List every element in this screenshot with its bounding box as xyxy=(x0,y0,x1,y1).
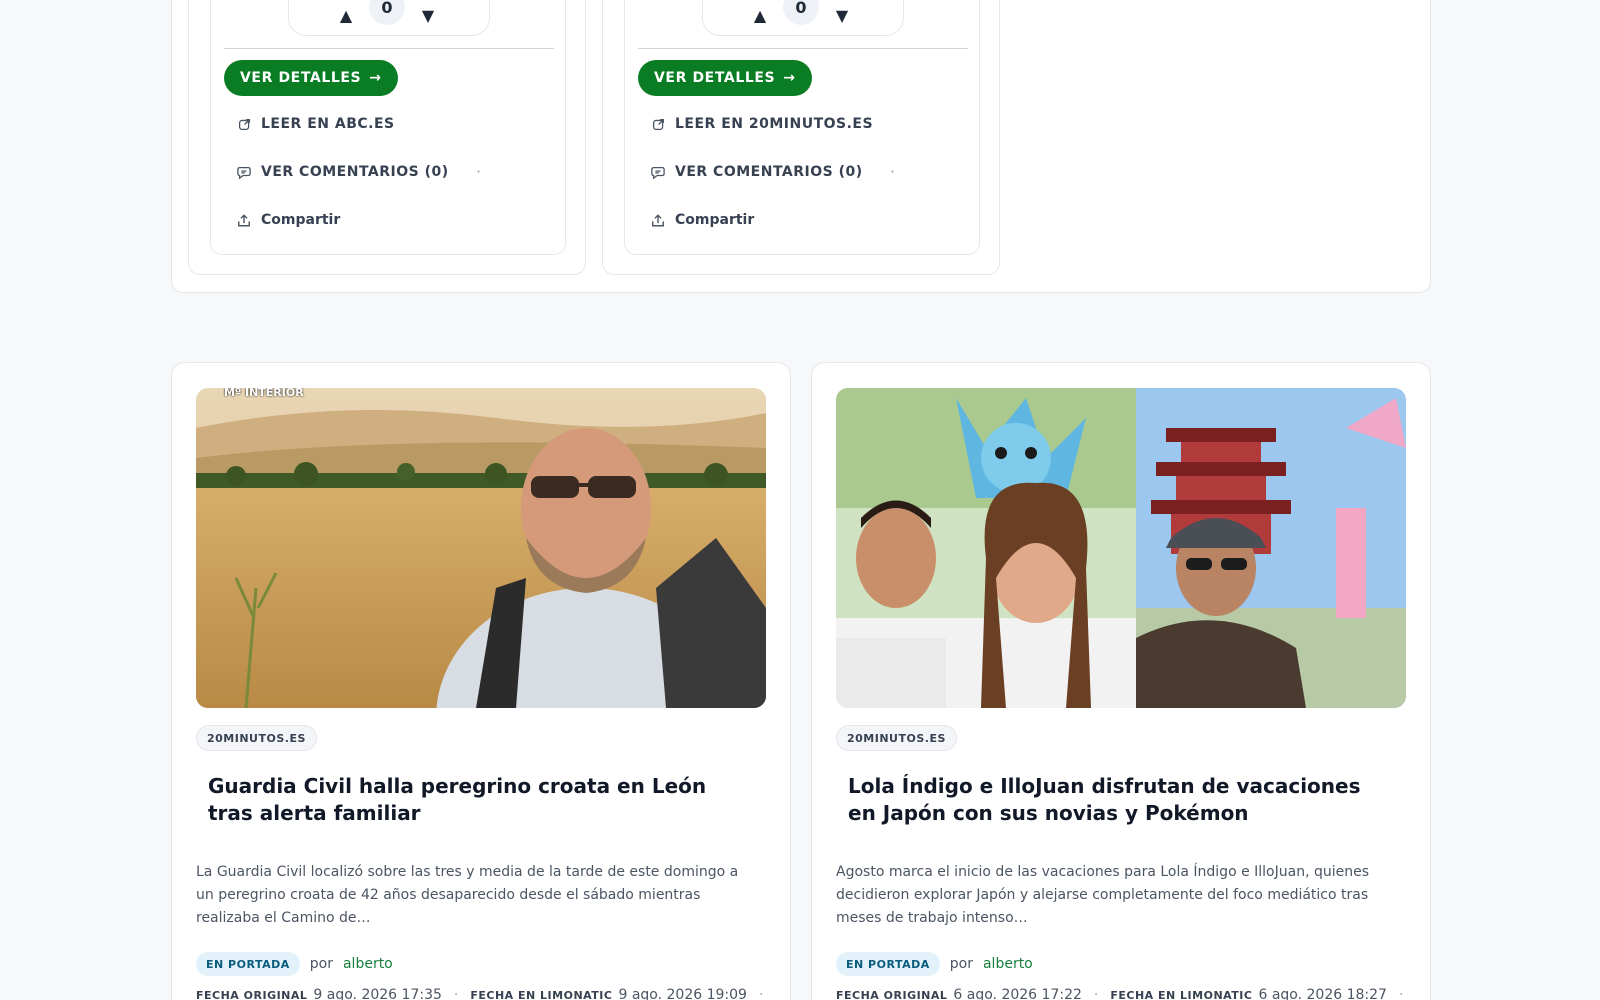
upvote-button[interactable]: ▲ xyxy=(337,6,355,25)
share-button[interactable]: Compartir xyxy=(237,212,340,228)
read-source-label: LEER EN 20MINUTOS.ES xyxy=(675,116,874,132)
limonatic-date: 9 ago. 2026 19:09 xyxy=(618,987,747,1000)
news-excerpt: Agosto marca el inicio de las vacaciones… xyxy=(836,864,1370,926)
upvote-button[interactable]: ▲ xyxy=(751,6,769,25)
downvote-button[interactable]: ▼ xyxy=(833,6,851,25)
share-icon xyxy=(651,213,665,227)
card-actions-panel: ▲ 0 ▼ VER DETALLES → LEER EN ABC.ES VER … xyxy=(210,0,566,255)
original-date: 6 ago. 2026 17:22 xyxy=(953,987,1082,1000)
news-title[interactable]: Lola Índigo e IlloJuan disfrutan de vaca… xyxy=(848,773,1388,827)
dates-row: FECHA ORIGINAL 9 ago. 2026 17:35 · FECHA… xyxy=(196,987,769,1000)
share-icon xyxy=(237,213,251,227)
separator-dot: · xyxy=(476,166,481,178)
separator-dot: · xyxy=(1398,987,1404,1000)
news-card: Mº INTERIOR 20MINUTOS.ES Guardia Civil h… xyxy=(171,362,791,1000)
view-comments-label: VER COMENTARIOS (0) xyxy=(261,164,449,180)
external-link-icon xyxy=(651,117,665,131)
view-details-label: VER DETALLES xyxy=(240,70,362,86)
original-date-label: FECHA ORIGINAL xyxy=(196,988,308,1000)
view-details-button[interactable]: VER DETALLES → xyxy=(224,60,398,96)
limonatic-date-label: FECHA EN LIMONATIC xyxy=(470,988,613,1000)
vote-count: 0 xyxy=(369,0,405,25)
share-label: Compartir xyxy=(261,212,341,228)
card-actions-panel: ▲ 0 ▼ VER DETALLES → LEER EN 20MINUTOS.E… xyxy=(624,0,980,255)
separator-dot: · xyxy=(890,166,895,178)
original-date: 9 ago. 2026 17:35 xyxy=(313,987,442,1000)
share-label: Compartir xyxy=(675,212,755,228)
news-card-top-2: ▲ 0 ▼ VER DETALLES → LEER EN 20MINUTOS.E… xyxy=(602,0,1000,275)
news-excerpt: La Guardia Civil localizó sobre las tres… xyxy=(196,864,739,926)
read-source-link[interactable]: LEER EN 20MINUTOS.ES xyxy=(651,116,873,132)
by-label: por xyxy=(949,956,973,972)
news-image[interactable]: Mº INTERIOR xyxy=(196,388,766,708)
image-watermark: Mº INTERIOR xyxy=(224,388,304,399)
separator-dot: · xyxy=(1093,987,1099,1000)
vote-count: 0 xyxy=(783,0,819,25)
separator-dot: · xyxy=(758,987,764,1000)
share-button[interactable]: Compartir xyxy=(651,212,754,228)
divider xyxy=(638,48,968,49)
arrow-right-icon: → xyxy=(783,70,796,86)
news-title[interactable]: Guardia Civil halla peregrino croata en … xyxy=(208,773,748,827)
view-details-label: VER DETALLES xyxy=(654,70,776,86)
view-comments-label: VER COMENTARIOS (0) xyxy=(675,164,863,180)
view-comments-link[interactable]: VER COMENTARIOS (0) · xyxy=(237,164,481,180)
comment-icon xyxy=(651,165,665,179)
news-card-top-1: ▲ 0 ▼ VER DETALLES → LEER EN ABC.ES VER … xyxy=(188,0,586,275)
source-badge[interactable]: 20MINUTOS.ES xyxy=(196,725,317,751)
portada-badge: EN PORTADA xyxy=(196,952,300,976)
limonatic-date-label: FECHA EN LIMONATIC xyxy=(1110,988,1253,1000)
read-source-link[interactable]: LEER EN ABC.ES xyxy=(237,116,395,132)
arrow-right-icon: → xyxy=(369,70,382,86)
author-link[interactable]: alberto xyxy=(983,956,1033,972)
view-details-button[interactable]: VER DETALLES → xyxy=(638,60,812,96)
limonatic-date: 6 ago. 2026 18:27 xyxy=(1258,987,1387,1000)
portada-badge: EN PORTADA xyxy=(836,952,940,976)
meta-row: EN PORTADA por alberto xyxy=(836,952,1033,976)
original-date-label: FECHA ORIGINAL xyxy=(836,988,948,1000)
view-comments-link[interactable]: VER COMENTARIOS (0) · xyxy=(651,164,895,180)
by-label: por xyxy=(309,956,333,972)
source-badge[interactable]: 20MINUTOS.ES xyxy=(836,725,957,751)
downvote-button[interactable]: ▼ xyxy=(419,6,437,25)
divider xyxy=(224,48,554,49)
separator-dot: · xyxy=(453,987,459,1000)
vote-widget: ▲ 0 ▼ xyxy=(702,0,904,36)
dates-row: FECHA ORIGINAL 6 ago. 2026 17:22 · FECHA… xyxy=(836,987,1409,1000)
external-link-icon xyxy=(237,117,251,131)
read-source-label: LEER EN ABC.ES xyxy=(261,116,395,132)
vote-widget: ▲ 0 ▼ xyxy=(288,0,490,36)
author-link[interactable]: alberto xyxy=(343,956,393,972)
news-card: 20MINUTOS.ES Lola Índigo e IlloJuan disf… xyxy=(811,362,1431,1000)
meta-row: EN PORTADA por alberto xyxy=(196,952,393,976)
news-image[interactable] xyxy=(836,388,1406,708)
comment-icon xyxy=(237,165,251,179)
